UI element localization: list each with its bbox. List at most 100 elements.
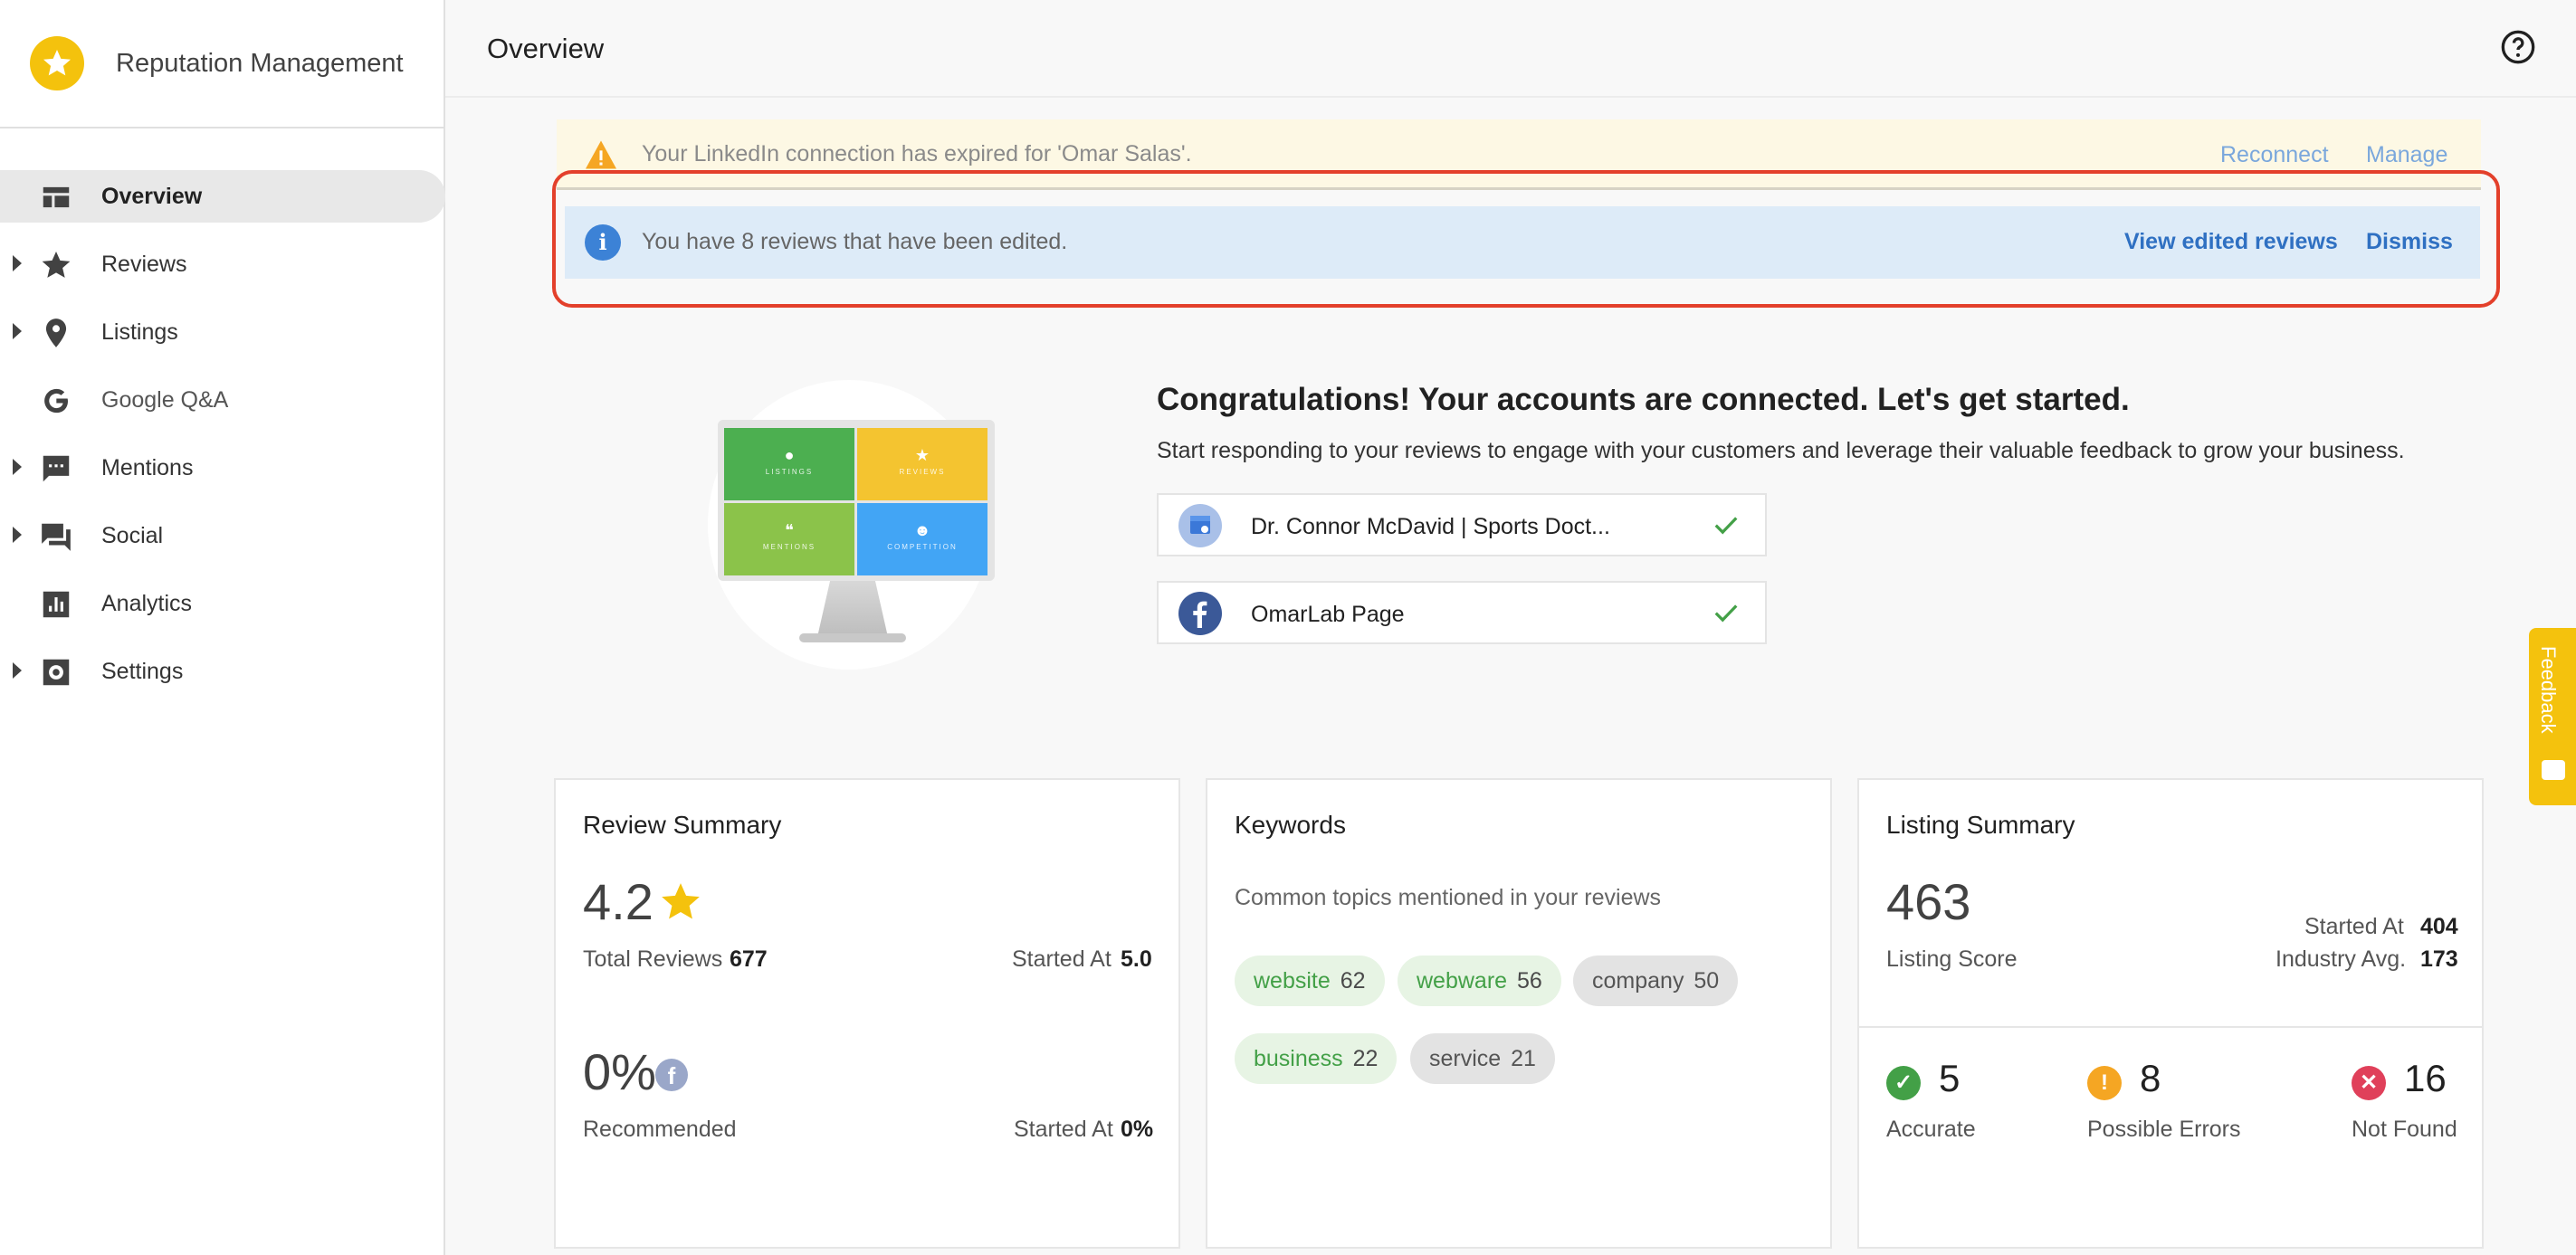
keywords-card[interactable]: Keywords Common topics mentioned in your… bbox=[1206, 778, 1832, 1249]
recommended-label: Recommended bbox=[583, 1117, 737, 1142]
caret-right-icon[interactable] bbox=[13, 527, 22, 543]
possible-errors-count: 8 bbox=[2140, 1057, 2161, 1099]
keywords-subtitle: Common topics mentioned in your reviews bbox=[1235, 885, 1662, 910]
sidebar-item-listings[interactable]: Listings bbox=[0, 306, 445, 374]
sidebar-item-label: Listings bbox=[101, 319, 178, 345]
monitor-base bbox=[799, 633, 906, 642]
exclamation-circle-icon: ! bbox=[2087, 1066, 2122, 1100]
started-at-label: Started At bbox=[1014, 1117, 1113, 1142]
warning-text: Your LinkedIn connection has expired for… bbox=[642, 141, 1192, 166]
page-title: Overview bbox=[487, 33, 605, 64]
brand-header: Reputation Management bbox=[0, 0, 444, 128]
feedback-label: Feedback bbox=[2537, 646, 2560, 734]
tile-label: COMPETITION bbox=[887, 543, 958, 551]
highlight-annotation bbox=[552, 170, 2500, 308]
review-summary-card[interactable]: Review Summary 4.2 Total Reviews 677 Sta… bbox=[554, 778, 1180, 1249]
header-divider bbox=[445, 96, 2576, 98]
tile-mentions: ❝ MENTIONS bbox=[724, 503, 854, 575]
manage-link[interactable]: Manage bbox=[2366, 142, 2447, 168]
star-logo-icon bbox=[30, 36, 84, 90]
forum-icon bbox=[42, 523, 71, 551]
feedback-smile-icon bbox=[2542, 760, 2565, 780]
star-icon: ★ bbox=[914, 446, 930, 464]
card-divider bbox=[1859, 1026, 2482, 1028]
sidebar-item-label: Analytics bbox=[101, 591, 193, 616]
sidebar-item-mentions[interactable]: Mentions bbox=[0, 442, 445, 509]
sidebar-item-social[interactable]: Social bbox=[0, 509, 445, 577]
caret-right-icon[interactable] bbox=[13, 323, 22, 339]
listing-score: 463 bbox=[1886, 873, 1971, 930]
sidebar-item-label: Reviews bbox=[101, 252, 187, 277]
sidebar: Reputation Management Overview Reviews L… bbox=[0, 0, 445, 1255]
account-name: OmarLab Page bbox=[1251, 602, 1405, 627]
keyword-chip[interactable]: company 50 bbox=[1573, 956, 1739, 1006]
hero-title: Congratulations! Your accounts are conne… bbox=[1157, 382, 2130, 417]
card-title: Keywords bbox=[1235, 811, 1346, 839]
started-at-value: 0% bbox=[1121, 1117, 1154, 1142]
listing-score-label: Listing Score bbox=[1886, 946, 2018, 972]
connected-account-google[interactable]: Dr. Connor McDavid | Sports Doct... bbox=[1157, 493, 1767, 556]
keyword-chip[interactable]: webware 56 bbox=[1398, 956, 1561, 1006]
sidebar-item-reviews[interactable]: Reviews bbox=[0, 238, 445, 306]
industry-avg-value: 173 bbox=[2420, 946, 2458, 972]
person-icon: ☻ bbox=[913, 521, 931, 539]
bar-chart-icon bbox=[43, 591, 70, 618]
started-at-label: Started At bbox=[2304, 914, 2404, 939]
sidebar-item-settings[interactable]: Settings bbox=[0, 645, 445, 713]
monitor-illustration: ● LISTINGS ★ REVIEWS ❝ MENTIONS ☻ COMPET… bbox=[718, 420, 995, 581]
total-reviews-label: Total Reviews bbox=[583, 946, 723, 972]
tile-label: REVIEWS bbox=[899, 468, 946, 476]
account-name: Dr. Connor McDavid | Sports Doct... bbox=[1251, 514, 1610, 539]
star-icon bbox=[42, 251, 71, 278]
connected-account-facebook[interactable]: OmarLab Page bbox=[1157, 581, 1767, 644]
check-circle-icon: ✓ bbox=[1886, 1066, 1921, 1100]
reconnect-link[interactable]: Reconnect bbox=[2220, 142, 2329, 168]
app-title: Reputation Management bbox=[116, 49, 404, 78]
google-my-business-icon bbox=[1178, 504, 1222, 547]
recommended-percent: 0% bbox=[583, 1043, 656, 1100]
caret-right-icon[interactable] bbox=[13, 255, 22, 271]
app: Reputation Management Overview Reviews L… bbox=[0, 0, 2576, 1255]
dashboard-icon bbox=[43, 186, 70, 208]
started-at-label: Started At bbox=[1012, 946, 1111, 972]
tile-listings: ● LISTINGS bbox=[724, 428, 854, 500]
sidebar-item-overview[interactable]: Overview bbox=[0, 170, 445, 238]
gear-icon bbox=[43, 659, 70, 686]
tile-label: LISTINGS bbox=[765, 468, 814, 476]
help-circle-icon[interactable] bbox=[2500, 29, 2536, 65]
check-icon bbox=[1714, 604, 1738, 623]
total-reviews-value: 677 bbox=[730, 946, 768, 972]
keyword-chip[interactable]: website 62 bbox=[1235, 956, 1385, 1006]
possible-errors-label: Possible Errors bbox=[2087, 1117, 2241, 1142]
not-found-label: Not Found bbox=[2352, 1117, 2457, 1142]
sidebar-item-label: Settings bbox=[101, 659, 184, 684]
google-icon bbox=[44, 388, 68, 414]
keyword-chip[interactable]: service 21 bbox=[1410, 1033, 1555, 1084]
card-title: Review Summary bbox=[583, 811, 782, 839]
tile-label: MENTIONS bbox=[762, 543, 816, 551]
sidebar-item-analytics[interactable]: Analytics bbox=[0, 577, 445, 645]
card-title: Listing Summary bbox=[1886, 811, 2075, 839]
x-circle-icon: ✕ bbox=[2352, 1066, 2386, 1100]
sidebar-item-label: Social bbox=[101, 523, 164, 548]
sidebar-item-label: Mentions bbox=[101, 455, 194, 480]
tile-competition: ☻ COMPETITION bbox=[857, 503, 987, 575]
accurate-label: Accurate bbox=[1886, 1117, 1976, 1142]
caret-right-icon[interactable] bbox=[13, 662, 22, 679]
feedback-tab[interactable]: Feedback bbox=[2529, 628, 2576, 805]
facebook-icon bbox=[1178, 592, 1222, 635]
sidebar-item-google-qa[interactable]: Google Q&A bbox=[0, 374, 445, 442]
listing-summary-card[interactable]: Listing Summary 463 Listing Score Starte… bbox=[1857, 778, 2484, 1249]
check-icon bbox=[1714, 517, 1738, 535]
sidebar-item-label: Google Q&A bbox=[101, 387, 229, 413]
started-at-value: 404 bbox=[2420, 914, 2458, 939]
star-icon bbox=[662, 883, 700, 919]
industry-avg-label: Industry Avg. bbox=[2275, 946, 2407, 972]
keyword-chip[interactable]: business 22 bbox=[1235, 1033, 1398, 1084]
caret-right-icon[interactable] bbox=[13, 459, 22, 475]
started-at-value: 5.0 bbox=[1121, 946, 1152, 972]
average-rating: 4.2 bbox=[583, 873, 654, 930]
quote-icon: ❝ bbox=[785, 521, 794, 539]
sidebar-nav: Overview Reviews Listings Google Q&A Men… bbox=[0, 170, 445, 713]
tile-reviews: ★ REVIEWS bbox=[857, 428, 987, 500]
